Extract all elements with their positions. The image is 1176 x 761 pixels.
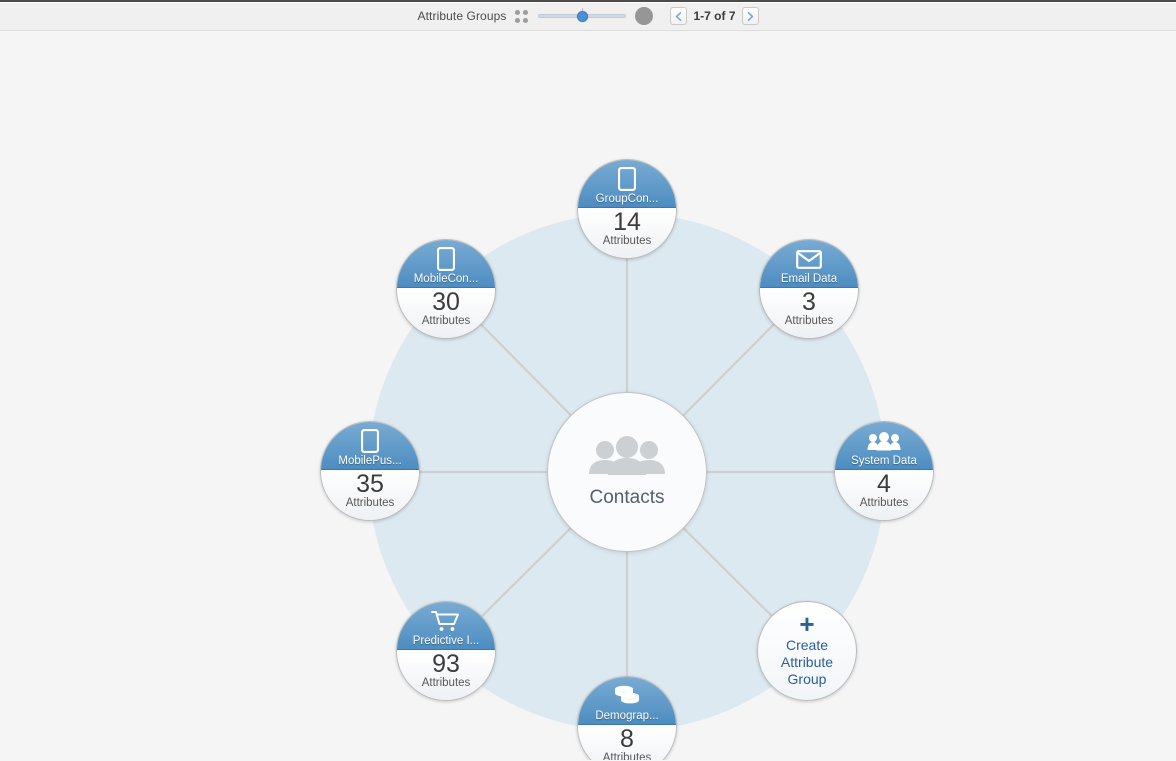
node-title: MobilePus... bbox=[338, 455, 402, 468]
node-header: MobileCon... bbox=[397, 240, 495, 289]
node-system-data[interactable]: System Data 4 Attributes bbox=[834, 421, 934, 521]
node-unit: Attributes bbox=[421, 677, 471, 690]
node-count: 3 bbox=[802, 288, 816, 317]
node-title: Email Data bbox=[780, 273, 838, 286]
node-unit: Attributes bbox=[602, 235, 652, 248]
node-count: 14 bbox=[613, 208, 641, 237]
node-title: Predictive I... bbox=[412, 635, 480, 648]
shopping-cart-icon bbox=[397, 610, 495, 632]
toolbar-title: Attribute Groups bbox=[417, 9, 507, 23]
node-title: MobileCon... bbox=[413, 273, 479, 286]
pagination-next-button[interactable] bbox=[741, 7, 759, 25]
people-group-icon bbox=[835, 430, 933, 452]
node-unit: Attributes bbox=[859, 497, 909, 510]
mobile-device-icon bbox=[397, 247, 495, 271]
large-dot-icon[interactable] bbox=[635, 7, 654, 25]
node-unit: Attributes bbox=[602, 752, 652, 760]
center-node-label: Contacts bbox=[589, 486, 665, 508]
node-title: Demograp... bbox=[595, 710, 659, 723]
node-email-data[interactable]: Email Data 3 Attributes bbox=[759, 239, 859, 339]
create-attribute-group-label-line1: Create bbox=[785, 636, 829, 653]
node-header: Email Data bbox=[760, 240, 858, 289]
chevron-right-icon bbox=[747, 11, 753, 21]
node-count: 8 bbox=[620, 725, 634, 754]
mobile-device-icon bbox=[321, 429, 419, 453]
node-unit: Attributes bbox=[421, 315, 471, 328]
node-predictive-intelligence[interactable]: Predictive I... 93 Attributes bbox=[396, 601, 496, 701]
node-count: 4 bbox=[877, 470, 891, 499]
dot bbox=[515, 17, 521, 23]
create-attribute-group-label-line3: Group bbox=[787, 670, 827, 687]
pagination-range: 1-7 of 7 bbox=[693, 9, 736, 23]
dot bbox=[515, 9, 521, 15]
node-header: System Data bbox=[835, 422, 933, 471]
node-body: 8 Attributes bbox=[578, 725, 676, 760]
create-attribute-group-label-line2: Attribute bbox=[780, 653, 834, 670]
center-node-contacts[interactable]: Contacts bbox=[547, 392, 707, 552]
toolbar: Attribute Groups 1-7 of 7 bbox=[0, 2, 1176, 31]
node-title: GroupCon... bbox=[595, 193, 659, 206]
node-header: Predictive I... bbox=[397, 602, 495, 651]
node-header: Demograp... bbox=[578, 677, 676, 726]
node-groupconnect[interactable]: GroupCon... 14 Attributes bbox=[577, 159, 677, 259]
node-count: 35 bbox=[356, 470, 384, 499]
zoom-slider-thumb[interactable] bbox=[577, 10, 589, 22]
pagination-prev-button[interactable] bbox=[670, 7, 688, 25]
node-header: GroupCon... bbox=[578, 160, 676, 209]
attribute-groups-canvas: Contacts GroupCon... 14 Attributes Email… bbox=[0, 31, 1176, 760]
plus-icon: + bbox=[799, 608, 815, 639]
node-mobilepush[interactable]: MobilePus... 35 Attributes bbox=[320, 421, 420, 521]
node-body: 93 Attributes bbox=[397, 650, 495, 700]
small-grid-dots-icon[interactable] bbox=[515, 9, 529, 23]
create-attribute-group-button[interactable]: + Create Attribute Group bbox=[757, 601, 857, 701]
contacts-group-icon bbox=[588, 435, 666, 481]
node-demographics[interactable]: Demograp... 8 Attributes bbox=[577, 676, 677, 760]
database-stack-icon bbox=[578, 685, 676, 707]
node-unit: Attributes bbox=[345, 497, 395, 510]
node-count: 30 bbox=[432, 288, 460, 317]
chevron-left-icon bbox=[676, 11, 682, 21]
node-header: MobilePus... bbox=[321, 422, 419, 471]
zoom-slider[interactable] bbox=[538, 8, 627, 23]
envelope-icon bbox=[760, 248, 858, 270]
mobile-device-icon bbox=[578, 167, 676, 191]
node-title: System Data bbox=[851, 455, 917, 468]
dot bbox=[523, 9, 529, 15]
node-mobileconnect[interactable]: MobileCon... 30 Attributes bbox=[396, 239, 496, 339]
node-count: 93 bbox=[432, 650, 460, 679]
dot bbox=[523, 17, 529, 23]
node-unit: Attributes bbox=[784, 315, 834, 328]
pagination: 1-7 of 7 bbox=[670, 7, 759, 25]
